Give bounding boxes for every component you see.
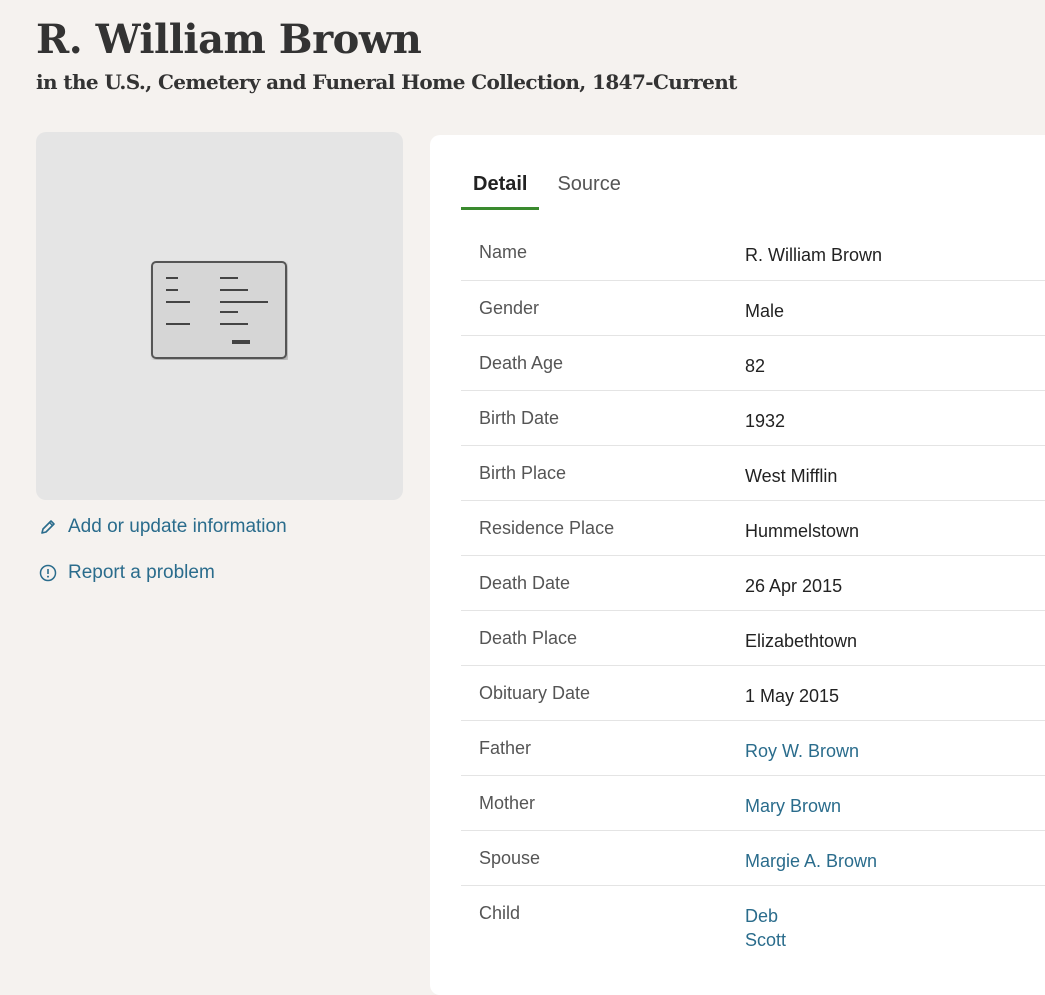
- detail-value: 1 May 2015: [745, 686, 840, 706]
- page-title: R. William Brown: [36, 16, 422, 63]
- detail-label: Obituary Date: [479, 683, 591, 703]
- record-detail-card: Detail Source Name R. William Brown Gend…: [430, 135, 1045, 995]
- alert-circle-icon: [38, 563, 58, 583]
- report-problem-link[interactable]: Report a problem: [38, 560, 287, 586]
- detail-value: 26 Apr 2015: [745, 576, 843, 596]
- detail-row-name: Name R. William Brown: [461, 225, 1045, 280]
- detail-label: Death Place: [479, 628, 578, 648]
- mother-link[interactable]: Mary Brown: [745, 792, 1045, 830]
- detail-table: Name R. William Brown Gender Male Death …: [461, 225, 1045, 952]
- spouse-link[interactable]: Margie A. Brown: [745, 847, 1045, 885]
- child-link-deb[interactable]: Deb: [745, 904, 1045, 928]
- detail-label: Name: [479, 242, 528, 262]
- detail-label: Gender: [479, 298, 540, 318]
- record-actions: Add or update information Report a probl…: [38, 514, 287, 606]
- document-record-icon: [151, 261, 287, 359]
- child-link-scott[interactable]: Scott: [745, 928, 1045, 952]
- record-image-placeholder: [36, 132, 403, 500]
- detail-row-obituary-date: Obituary Date 1 May 2015: [461, 665, 1045, 720]
- detail-value: West Mifflin: [745, 466, 838, 486]
- page-header: R. William Brown in the U.S., Cemetery a…: [36, 14, 737, 96]
- report-problem-label: Report a problem: [68, 562, 215, 583]
- detail-label: Residence Place: [479, 518, 615, 538]
- detail-label: Child: [479, 903, 521, 923]
- collection-subtitle: in the U.S., Cemetery and Funeral Home C…: [36, 70, 737, 94]
- add-update-information-link[interactable]: Add or update information: [38, 514, 287, 540]
- detail-row-father: Father Roy W. Brown: [461, 720, 1045, 775]
- detail-value: Hummelstown: [745, 521, 860, 541]
- detail-value: R. William Brown: [745, 245, 883, 265]
- detail-value: Male: [745, 301, 785, 321]
- detail-label: Birth Place: [479, 463, 567, 483]
- detail-label: Spouse: [479, 848, 541, 868]
- detail-label: Birth Date: [479, 408, 560, 428]
- detail-row-residence-place: Residence Place Hummelstown: [461, 500, 1045, 555]
- tab-source[interactable]: Source: [545, 169, 632, 207]
- detail-row-mother: Mother Mary Brown: [461, 775, 1045, 830]
- detail-label: Father: [479, 738, 532, 758]
- child-values: Deb Scott: [745, 902, 1045, 952]
- record-tabs: Detail Source: [461, 169, 633, 210]
- pencil-icon: [38, 517, 58, 537]
- detail-row-death-place: Death Place Elizabethtown: [461, 610, 1045, 665]
- add-update-information-label: Add or update information: [68, 516, 287, 537]
- detail-value: 82: [745, 356, 766, 376]
- detail-value: 1932: [745, 411, 786, 431]
- detail-label: Mother: [479, 793, 536, 813]
- detail-label: Death Date: [479, 573, 571, 593]
- detail-label: Death Age: [479, 353, 564, 373]
- detail-row-birth-date: Birth Date 1932: [461, 390, 1045, 445]
- detail-row-gender: Gender Male: [461, 280, 1045, 335]
- detail-row-child: Child Deb Scott: [461, 885, 1045, 952]
- detail-row-birth-place: Birth Place West Mifflin: [461, 445, 1045, 500]
- detail-value: Elizabethtown: [745, 631, 858, 651]
- father-link[interactable]: Roy W. Brown: [745, 737, 1045, 775]
- tab-detail[interactable]: Detail: [461, 169, 540, 210]
- detail-row-death-age: Death Age 82: [461, 335, 1045, 390]
- detail-row-death-date: Death Date 26 Apr 2015: [461, 555, 1045, 610]
- detail-row-spouse: Spouse Margie A. Brown: [461, 830, 1045, 885]
